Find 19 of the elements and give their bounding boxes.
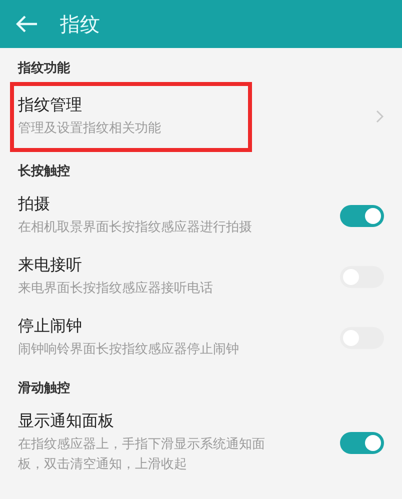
setting-description: 在相机取景界面长按指纹感应器进行拍摄 (18, 219, 253, 237)
section-header: 滑动触控 (18, 381, 70, 396)
toggle-switch[interactable] (340, 432, 384, 454)
setting-description: 在指纹感应器上，手指下滑显示系统通知面板，双击清空通知，上滑收起 (18, 436, 266, 474)
setting-title: 拍摄 (18, 193, 51, 215)
setting-title: 停止闹钟 (18, 315, 83, 337)
setting-title: 显示通知面板 (18, 410, 115, 432)
setting-description: 来电界面长按指纹感应器接听电话 (18, 280, 214, 298)
section-header: 指纹功能 (18, 61, 70, 76)
setting-title: 来电接听 (18, 254, 83, 276)
setting-description: 闹钟响铃界面长按指纹感应器停止闹钟 (18, 341, 240, 359)
back-button[interactable] (16, 15, 38, 33)
chevron-right-icon (376, 110, 384, 123)
section-header: 长按触控 (18, 164, 70, 179)
back-arrow-icon (16, 15, 38, 33)
screen-title: 指纹 (60, 10, 100, 38)
setting-title: 指纹管理 (18, 94, 83, 116)
toggle-switch[interactable] (340, 204, 384, 226)
setting-description: 管理及设置指纹相关功能 (18, 120, 162, 138)
